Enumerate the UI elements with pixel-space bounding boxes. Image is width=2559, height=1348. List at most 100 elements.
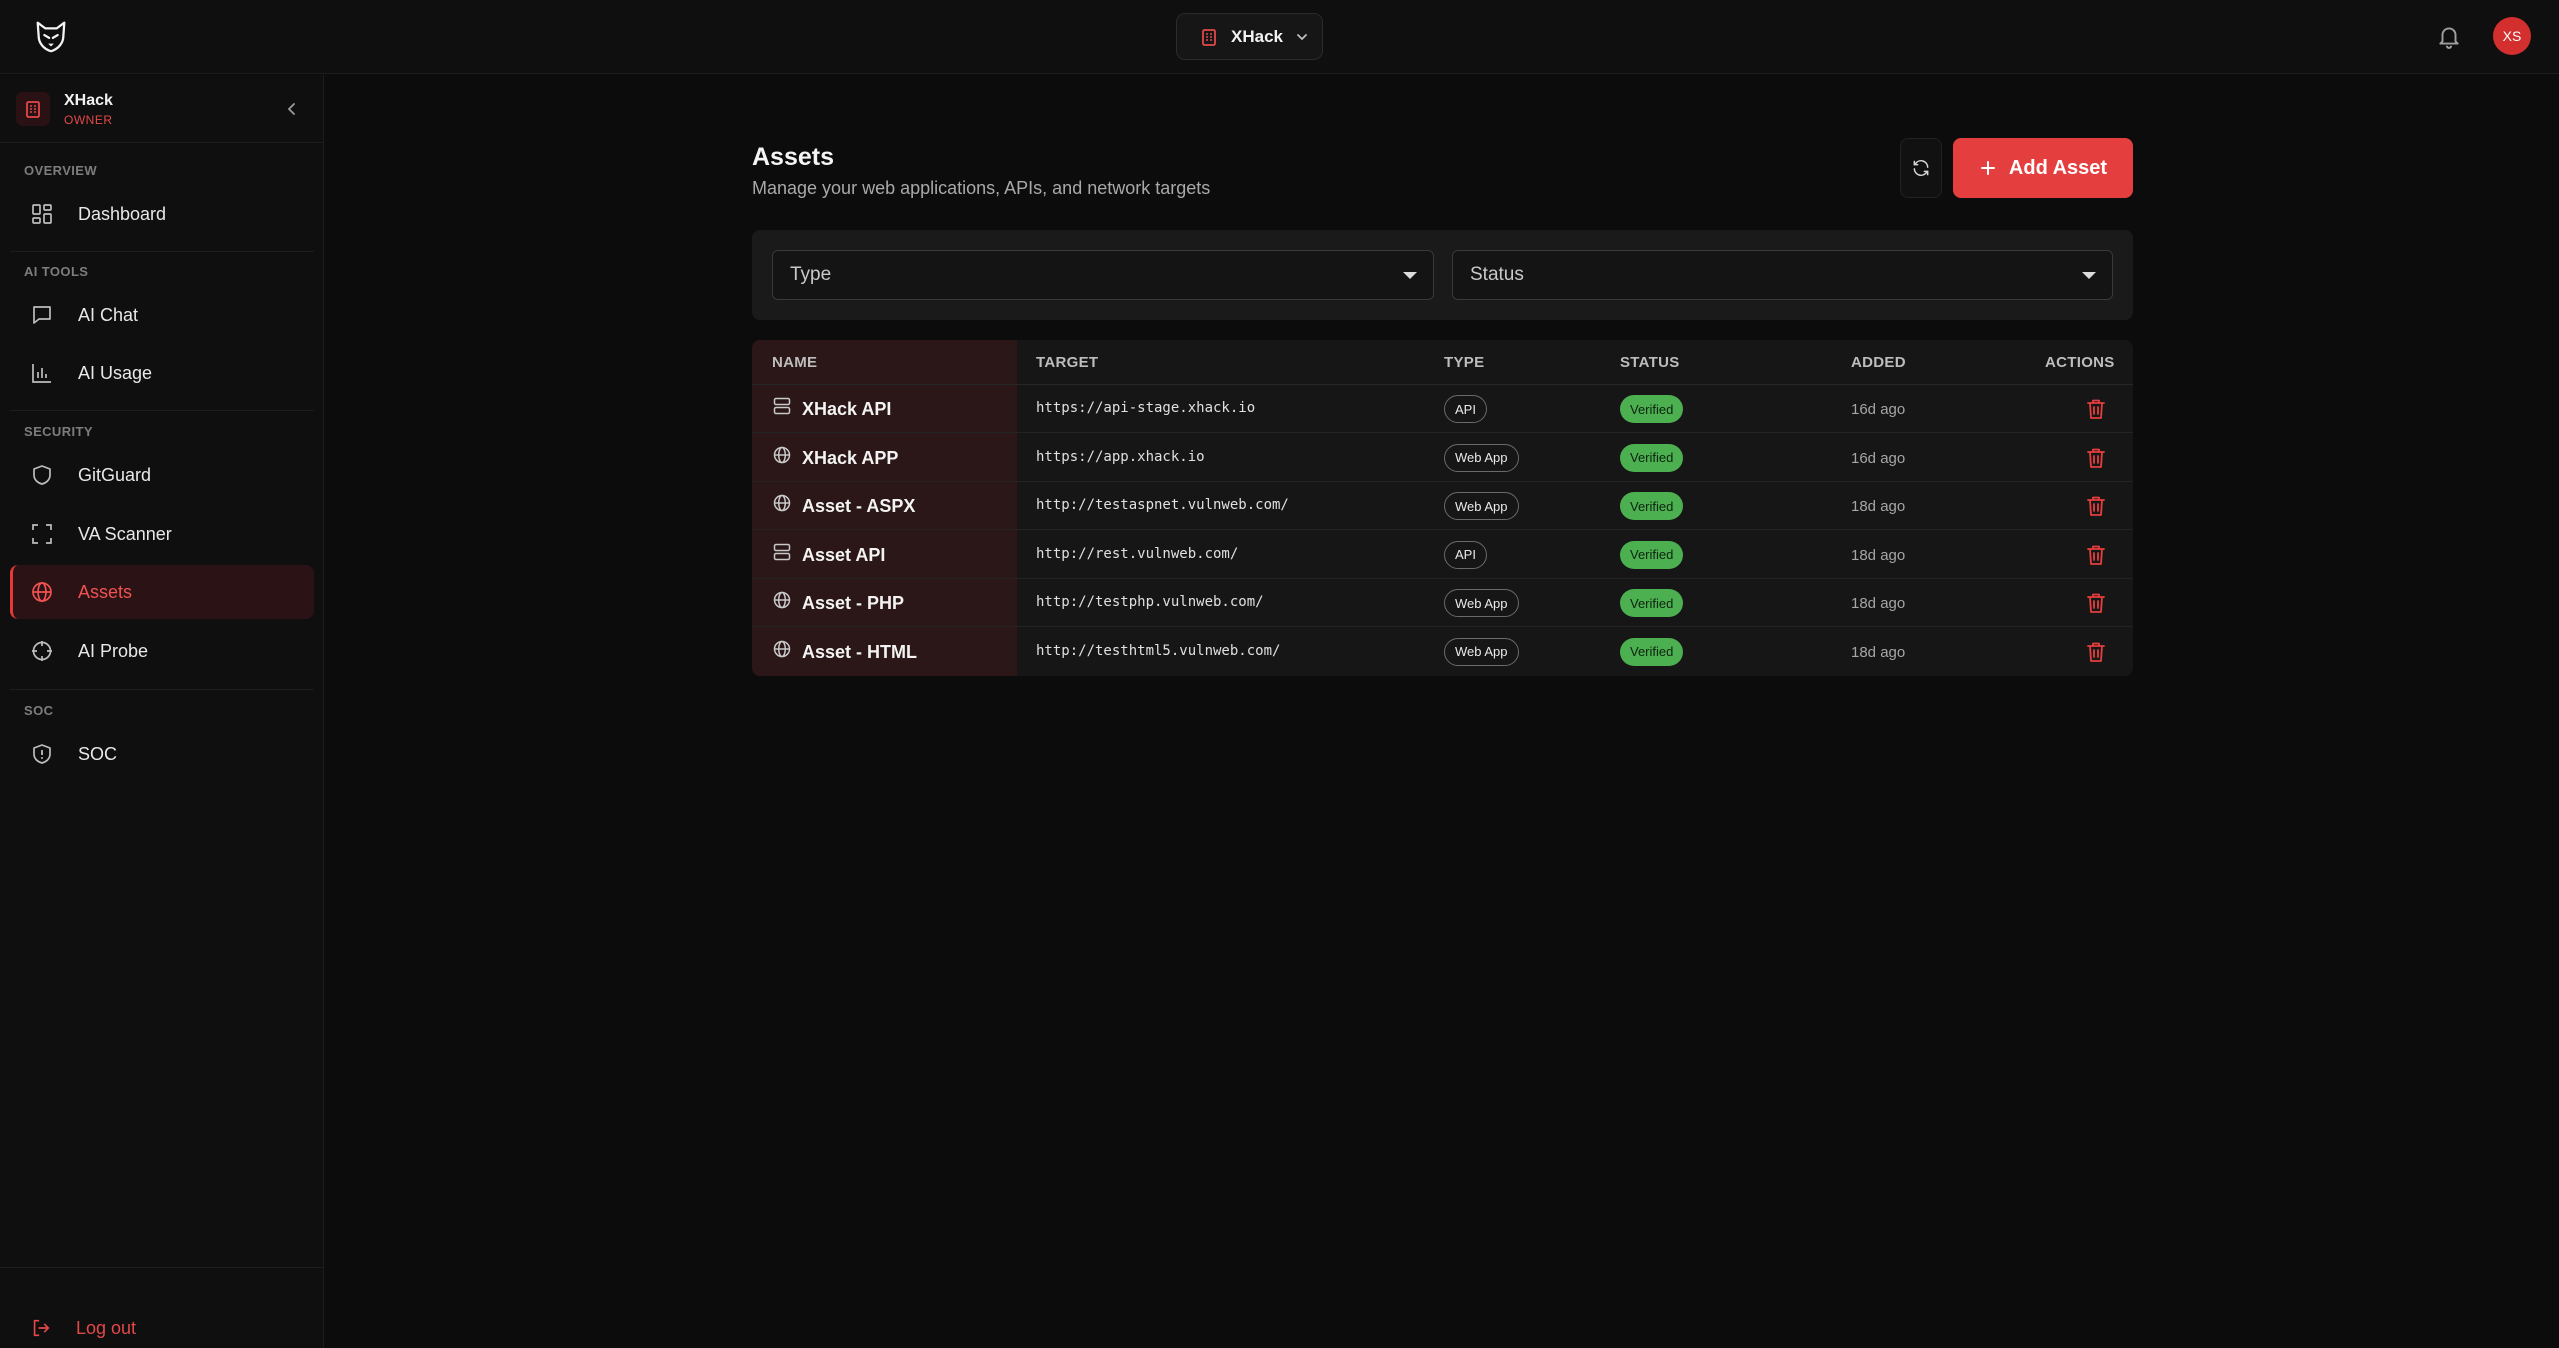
globe-icon	[772, 590, 792, 610]
section-overview: OVERVIEW	[24, 163, 98, 178]
status-filter-placeholder: Status	[1470, 264, 1524, 285]
user-avatar[interactable]: XS	[2493, 17, 2531, 55]
type-badge: API	[1444, 395, 1487, 423]
caret-down-icon	[2082, 272, 2096, 279]
table-row[interactable]: XHack API https://api-stage.xhack.io API Ve…	[752, 385, 2133, 433]
trash-icon[interactable]	[2085, 543, 2107, 567]
divider	[10, 689, 314, 690]
asset-name[interactable]: XHack APP	[802, 448, 898, 469]
page-subtitle: Manage your web applications, APIs, and …	[752, 178, 1211, 198]
trash-icon[interactable]	[2085, 640, 2107, 664]
server-icon	[772, 542, 792, 562]
asset-target: http://testhtml5.vulnweb.com/	[1036, 642, 1281, 659]
column-header-added[interactable]: ADDED	[1851, 354, 1906, 371]
section-soc: SOC	[24, 703, 54, 718]
globe-icon	[32, 582, 52, 602]
bell-icon[interactable]	[2436, 23, 2462, 49]
sidebar-item-label: GitGuard	[78, 464, 152, 485]
workspace-card[interactable]: XHack OWNER	[0, 75, 324, 143]
fox-logo-icon[interactable]	[32, 17, 70, 55]
table-row[interactable]: Asset - HTML http://testhtml5.vulnweb.com…	[752, 628, 2133, 676]
column-header-type[interactable]: TYPE	[1444, 354, 1484, 371]
top-bar: XHack XS	[0, 0, 2559, 74]
scan-icon	[32, 524, 52, 544]
divider	[10, 251, 314, 252]
asset-name[interactable]: XHack API	[802, 399, 891, 420]
type-filter-placeholder: Type	[790, 264, 832, 285]
table-row[interactable]: XHack APP https://app.xhack.io Web App Veri…	[752, 434, 2133, 482]
sidebar-item-dashboard[interactable]: Dashboard	[10, 187, 314, 241]
sidebar-item-label: AI Probe	[78, 640, 149, 661]
filter-bar: Type Status	[752, 230, 2133, 320]
logout-icon	[33, 1319, 50, 1337]
asset-name[interactable]: Asset - HTML	[802, 642, 917, 663]
column-header-status[interactable]: STATUS	[1620, 354, 1680, 371]
trash-icon[interactable]	[2085, 397, 2107, 421]
logout-label: Log out	[76, 1317, 137, 1338]
asset-target: https://api-stage.xhack.io	[1036, 400, 1256, 416]
trash-icon[interactable]	[2085, 494, 2107, 518]
table-row[interactable]: Asset - ASPX http://testaspnet.vulnweb.co…	[752, 482, 2133, 530]
table-row[interactable]: Asset API http://rest.vulnweb.com/API Veri…	[752, 531, 2133, 579]
table-header: NAME TARGET TYPE STATUS ADDED ACTIONS	[752, 340, 2133, 385]
type-badge: Web App	[1444, 492, 1519, 520]
trash-icon[interactable]	[2085, 446, 2107, 470]
add-asset-button[interactable]: Add Asset	[1953, 138, 2133, 198]
added-date: 16d ago	[1851, 401, 1906, 418]
sidebar-item-soc[interactable]: SOC	[10, 727, 314, 781]
column-header-actions: ACTIONS	[2045, 354, 2115, 371]
type-badge: Web App	[1444, 589, 1519, 617]
crosshair-icon	[32, 641, 52, 661]
workspace-building-icon	[16, 92, 50, 126]
sidebar-item-ai-usage[interactable]: AI Usage	[10, 346, 314, 400]
refresh-icon	[1913, 159, 1929, 177]
type-filter-select[interactable]: Type	[772, 250, 1434, 300]
trash-icon[interactable]	[2085, 591, 2107, 615]
workspace-role: OWNER	[64, 113, 113, 127]
status-badge: Verified	[1620, 395, 1684, 423]
status-badge: Verified	[1620, 540, 1684, 569]
column-header-name[interactable]: NAME	[772, 354, 817, 371]
building-icon	[1202, 28, 1216, 46]
asset-target: http://rest.vulnweb.com/	[1036, 545, 1239, 562]
org-name: XHack	[1231, 26, 1283, 46]
add-asset-label: Add Asset	[2008, 156, 2108, 179]
sidebar: XHack OWNER OVERVIEW Dashboard AI TOOLS …	[0, 75, 324, 1348]
status-badge: Verified	[1620, 589, 1684, 617]
status-badge: Verified	[1620, 637, 1684, 666]
sidebar-item-label: Assets	[78, 581, 133, 602]
globe-icon	[772, 493, 792, 513]
dashboard-icon	[32, 204, 52, 224]
server-icon	[772, 396, 792, 416]
sidebar-item-gitguard[interactable]: GitGuard	[10, 448, 314, 502]
column-header-target[interactable]: TARGET	[1036, 354, 1098, 371]
refresh-button[interactable]	[1900, 138, 1942, 198]
logout-button[interactable]: Log out	[10, 1303, 314, 1348]
chevron-left-icon[interactable]	[282, 99, 302, 119]
sidebar-item-label: Dashboard	[78, 203, 167, 224]
asset-name[interactable]: Asset - PHP	[802, 593, 904, 614]
added-date: 18d ago	[1851, 643, 1906, 661]
asset-target: http://testaspnet.vulnweb.com/	[1036, 497, 1289, 513]
org-switcher[interactable]: XHack	[1176, 13, 1323, 60]
type-badge: Web App	[1444, 443, 1519, 472]
sidebar-item-label: SOC	[78, 743, 118, 764]
divider	[0, 1267, 324, 1268]
sidebar-item-va-scanner[interactable]: VA Scanner	[10, 507, 314, 561]
asset-target: https://app.xhack.io	[1036, 448, 1205, 465]
asset-name[interactable]: Asset API	[802, 545, 885, 566]
added-date: 18d ago	[1851, 498, 1906, 515]
asset-target: http://testphp.vulnweb.com/	[1036, 594, 1264, 610]
sidebar-item-ai-chat[interactable]: AI Chat	[10, 288, 314, 342]
assets-table: NAME TARGET TYPE STATUS ADDED ACTIONS XH…	[752, 340, 2133, 676]
asset-name[interactable]: Asset - ASPX	[802, 496, 915, 517]
plus-icon	[1980, 161, 1995, 175]
sidebar-item-ai-probe[interactable]: AI Probe	[10, 624, 314, 678]
sidebar-item-label: AI Chat	[78, 304, 139, 325]
sidebar-item-assets[interactable]: Assets	[10, 565, 314, 619]
chevron-down-icon	[1297, 33, 1307, 40]
sidebar-item-label: VA Scanner	[78, 523, 172, 544]
table-row[interactable]: Asset - PHP http://testphp.vulnweb.com/We…	[752, 579, 2133, 627]
chat-icon	[33, 306, 51, 324]
status-filter-select[interactable]: Status	[1452, 250, 2113, 300]
